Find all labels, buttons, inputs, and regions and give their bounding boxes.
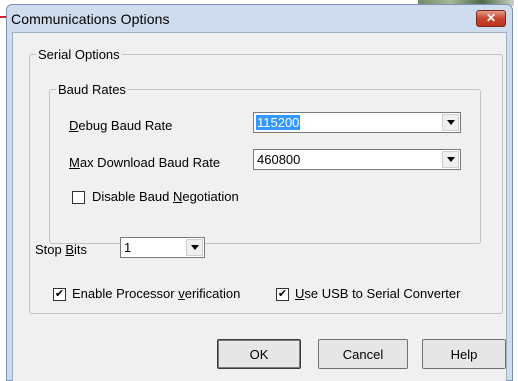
debug-baud-rate-value: 115200 — [256, 115, 301, 130]
ok-button[interactable]: OK — [217, 339, 301, 369]
dialog-client-area: Serial Options Baud Rates Debug Baud Rat… — [12, 32, 507, 381]
debug-baud-rate-combo[interactable]: 115200 — [253, 112, 461, 133]
debug-baud-rate-label: Debug Baud Rate — [69, 118, 173, 133]
chevron-down-icon — [446, 157, 455, 162]
communications-options-dialog: Communications Options ✕ Serial Options … — [6, 4, 513, 381]
chevron-down-icon — [190, 245, 199, 250]
stop-bits-label: Stop Bits — [35, 242, 88, 257]
max-download-baud-rate-combo[interactable]: 460800 — [253, 149, 461, 170]
baud-rates-legend: Baud Rates — [56, 82, 128, 97]
max-download-baud-rate-value: 460800 — [257, 152, 301, 167]
checkmark-icon: ✔ — [54, 288, 65, 300]
disable-baud-negotiation-checkbox[interactable] — [72, 191, 85, 204]
serial-options-legend: Serial Options — [36, 47, 122, 62]
enable-processor-verification-label[interactable]: Enable Processor verification — [72, 286, 240, 301]
checkmark-icon: ✔ — [277, 288, 288, 300]
max-download-baud-rate-label: Max Download Baud Rate — [69, 155, 221, 170]
dialog-title: Communications Options — [11, 11, 170, 27]
cancel-button[interactable]: Cancel — [318, 339, 408, 369]
stop-bits-dropdown-button[interactable] — [186, 239, 203, 256]
max-download-baud-rate-dropdown-button[interactable] — [442, 151, 459, 168]
title-bar[interactable]: Communications Options ✕ — [7, 5, 512, 32]
close-icon: ✕ — [485, 11, 497, 25]
stop-bits-value: 1 — [124, 240, 132, 255]
disable-baud-negotiation-label[interactable]: Disable Baud Negotiation — [92, 189, 239, 204]
use-usb-to-serial-checkbox[interactable]: ✔ — [276, 288, 289, 301]
debug-baud-rate-dropdown-button[interactable] — [442, 114, 459, 131]
close-button[interactable]: ✕ — [476, 10, 506, 27]
use-usb-to-serial-label[interactable]: Use USB to Serial Converter — [295, 286, 460, 301]
help-button[interactable]: Help — [422, 339, 506, 369]
chevron-down-icon — [446, 120, 455, 125]
enable-processor-verification-checkbox[interactable]: ✔ — [53, 288, 66, 301]
stop-bits-combo[interactable]: 1 — [120, 237, 205, 258]
